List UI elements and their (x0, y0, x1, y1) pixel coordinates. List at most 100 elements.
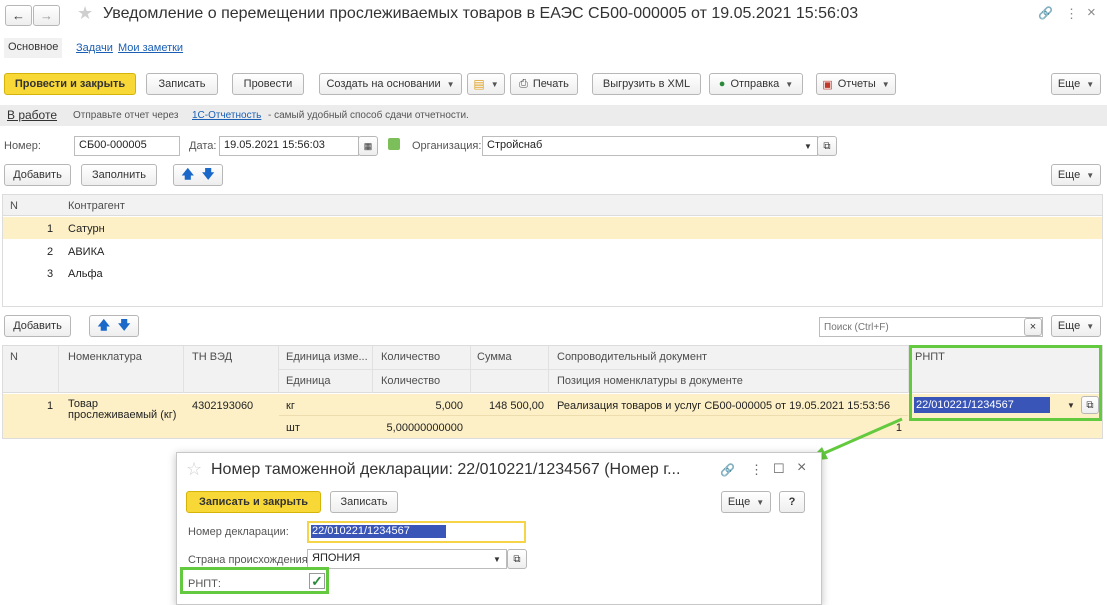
goods-row-sum: 148 500,00 (488, 400, 544, 412)
write-button[interactable]: Записать (146, 73, 218, 95)
organization-field[interactable]: Стройснаб (482, 136, 818, 156)
dialog-save-label: Записать (340, 496, 388, 508)
post-label: Провести (243, 78, 293, 90)
dialog-link-icon[interactable]: 🔗 (720, 463, 735, 477)
search-clear-button[interactable]: × (1024, 318, 1042, 336)
chevron-down-icon: ▼ (1086, 321, 1095, 331)
open-link-icon: ⧉ (823, 140, 831, 152)
tab-main-label: Основное (8, 41, 59, 53)
tab-main[interactable]: Основное (4, 38, 63, 58)
table-row[interactable] (3, 240, 1102, 262)
back-button[interactable]: ← (5, 5, 32, 26)
forward-button[interactable]: → (33, 5, 60, 26)
decl-number-label: Номер декларации: (188, 526, 289, 538)
close-window-icon[interactable]: × (1087, 4, 1096, 21)
date-label: Дата: (189, 140, 217, 152)
contractors-header (3, 195, 1102, 216)
goods-col-qty: Количество (381, 351, 441, 363)
goods-add-button[interactable]: Добавить (4, 315, 71, 337)
favorite-star-icon[interactable]: ★ (77, 3, 93, 24)
contractor-fill-button[interactable]: Заполнить (81, 164, 157, 186)
table-row[interactable] (3, 263, 1102, 285)
window-title: Уведомление о перемещении прослеживаемых… (103, 5, 859, 22)
send-label: Отправка (730, 78, 780, 90)
goods-col-doc: Сопроводительный документ (557, 351, 708, 363)
post-and-close-button[interactable]: Провести и закрыть (4, 73, 136, 95)
contractor-row-name: АВИКА (68, 246, 105, 258)
dialog-more-button[interactable]: Еще ▼ (721, 491, 771, 513)
dialog-save-button[interactable]: Записать (330, 491, 398, 513)
link-icon[interactable]: 🔗 (1038, 6, 1053, 20)
status-label[interactable]: В работе (7, 108, 57, 122)
contractor-more-label: Еще (1057, 169, 1081, 181)
goods-row-unit: кг (286, 400, 295, 412)
goods-row-n: 1 (47, 400, 54, 412)
chevron-down-icon: ▼ (1086, 170, 1095, 180)
dialog-more-label: Еще (727, 496, 751, 508)
goods-col-nomenclature: Номенклатура (68, 351, 142, 363)
contractor-row-n: 2 (47, 246, 54, 258)
move-down-icon: 🡇 (118, 317, 131, 332)
contractor-move-button[interactable]: 🡅 🡇 (173, 164, 223, 186)
search-input[interactable] (819, 317, 1043, 337)
country-open-button[interactable]: ⧉ (507, 549, 527, 569)
goods-add-label: Добавить (13, 320, 62, 332)
goods-col-n: N (10, 351, 18, 363)
info-text-after: - самый удобный способ сдачи отчетности. (268, 110, 469, 121)
goods-row-nomenclature-2: прослеживаемый (кг) (68, 409, 177, 421)
goods-row-doc: Реализация товаров и услуг СБ00-000005 о… (557, 400, 891, 412)
print-label: Печать (532, 78, 569, 90)
goods-col-doc-sub: Позиция номенклатуры в документе (557, 375, 743, 387)
post-button[interactable]: Провести (232, 73, 304, 95)
more-button[interactable]: Еще ▼ (1051, 73, 1101, 95)
goods-row-qty-sub: 5,00000000000 (386, 422, 463, 434)
calendar-icon: ▦ (363, 140, 373, 151)
reporting-link[interactable]: 1С-Отчетность (192, 110, 261, 121)
contractor-more-button[interactable]: Еще ▼ (1051, 164, 1101, 186)
number-label: Номер: (4, 140, 41, 152)
contractor-row-name: Сатурн (68, 223, 105, 235)
dialog-save-close-button[interactable]: Записать и закрыть (186, 491, 321, 513)
open-link-icon: ⧉ (513, 553, 521, 565)
contractor-row-n: 1 (47, 223, 54, 235)
reports-label: Отчеты (837, 78, 876, 90)
number-field[interactable]: СБ00-000005 (74, 136, 180, 156)
tab-notes[interactable]: Мои заметки (118, 42, 183, 54)
more-menu-icon[interactable]: ⋮ (1065, 6, 1078, 22)
organization-label: Организация: (412, 140, 482, 152)
contractor-row-name: Альфа (68, 268, 103, 280)
dialog-help-button[interactable]: ? (779, 491, 805, 513)
create-based-label: Создать на основании (326, 78, 441, 90)
rnpt-highlight-frame (909, 345, 1102, 421)
organization-dropdown-button[interactable]: ▼ (799, 137, 817, 155)
dialog-maximize-icon[interactable]: ☐ (773, 461, 785, 477)
goods-more-button[interactable]: Еще ▼ (1051, 315, 1101, 337)
create-based-button[interactable]: Создать на основании ▼ (319, 73, 462, 95)
goods-row-tnved: 4302193060 (192, 400, 254, 412)
attach-files-button[interactable]: ▤ ▼ (467, 73, 505, 95)
country-dropdown-button[interactable]: ▼ (488, 550, 506, 568)
goods-move-button[interactable]: 🡅 🡇 (89, 315, 139, 337)
dialog-more-icon[interactable]: ⋮ (750, 462, 763, 478)
calendar-button[interactable]: ▦ (358, 136, 378, 156)
send-button[interactable]: ● Отправка ▼ (709, 73, 803, 95)
print-button[interactable]: ⎙ Печать (510, 73, 578, 95)
organization-open-button[interactable]: ⧉ (817, 136, 837, 156)
contractor-fill-label: Заполнить (91, 169, 146, 181)
contractor-add-button[interactable]: Добавить (4, 164, 71, 186)
rnpt-checkbox-highlight (180, 567, 329, 594)
posted-check-icon (388, 138, 400, 150)
write-label: Записать (158, 78, 206, 90)
dialog-star-icon[interactable]: ☆ (186, 459, 202, 480)
export-xml-label: Выгрузить в XML (602, 78, 691, 90)
forward-arrow-icon: → (40, 8, 53, 23)
dialog-close-icon[interactable]: × (797, 459, 806, 477)
table-row[interactable] (3, 217, 1102, 239)
export-xml-button[interactable]: Выгрузить в XML (592, 73, 701, 95)
tab-tasks[interactable]: Задачи (76, 42, 113, 54)
goods-row-unit-sub: шт (286, 422, 300, 434)
date-field[interactable]: 19.05.2021 15:56:03 (219, 136, 359, 156)
reports-button[interactable]: ▣ Отчеты ▼ (816, 73, 896, 95)
goods-col-unit: Единица изме... (286, 351, 368, 363)
country-field[interactable]: ЯПОНИЯ (307, 549, 507, 569)
